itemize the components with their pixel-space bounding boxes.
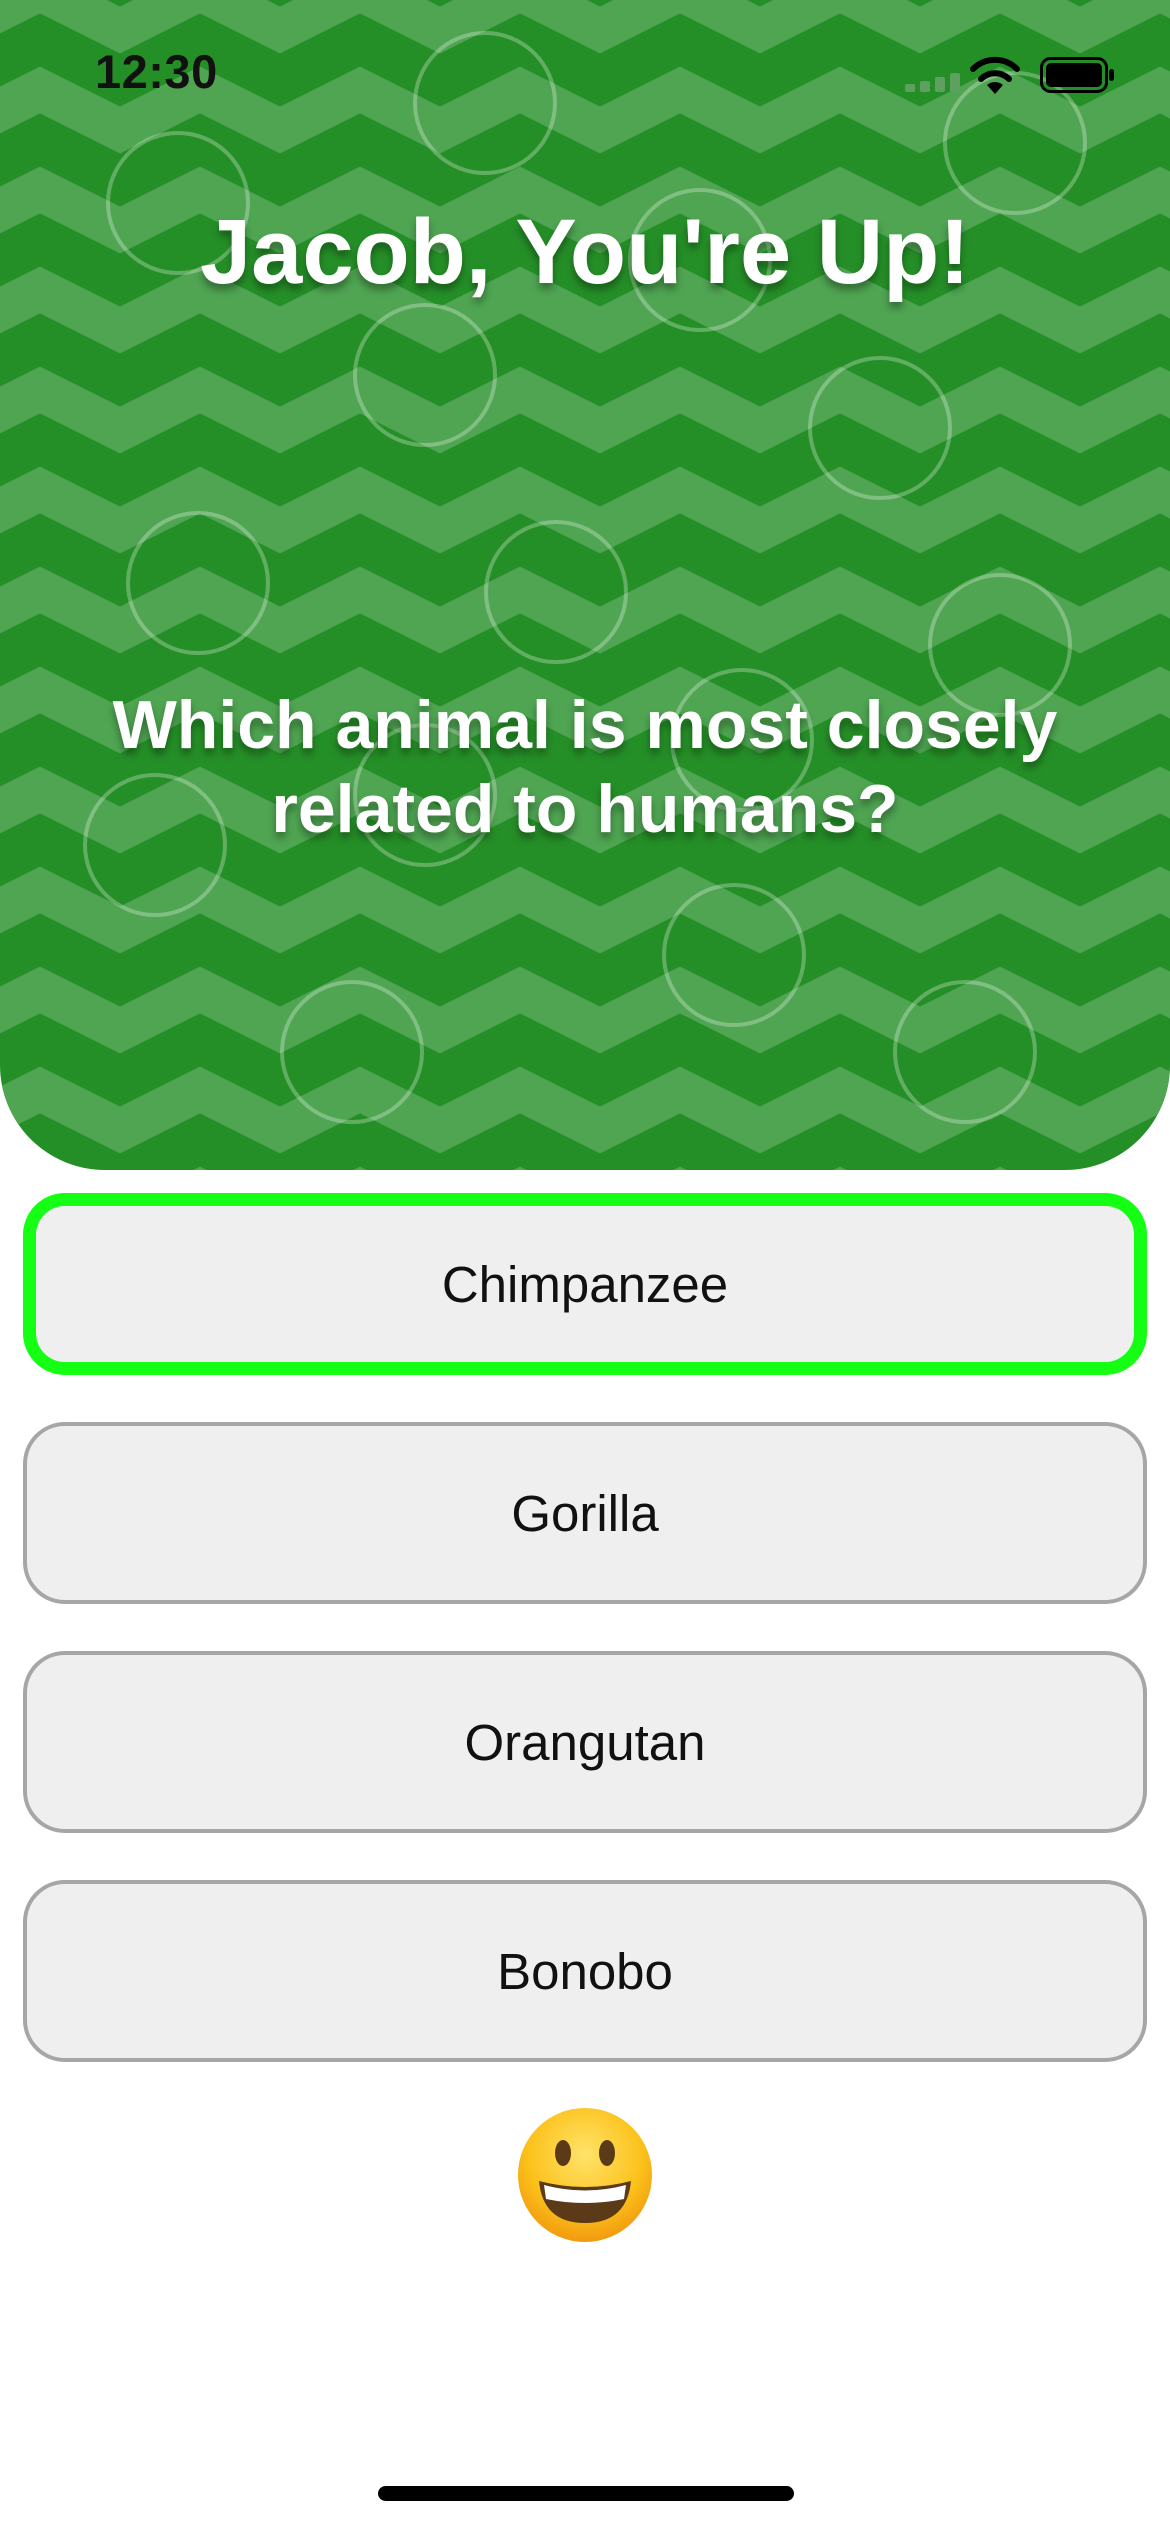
grinning-face-emoji-icon (518, 2108, 652, 2242)
cellular-signal-icon (905, 73, 960, 92)
home-indicator[interactable] (378, 2486, 794, 2501)
status-bar: 12:30 (0, 0, 1170, 150)
player-turn-title: Jacob, You're Up! (200, 201, 970, 303)
chevron-background-pattern (0, 0, 1170, 1170)
wifi-icon (970, 56, 1020, 94)
status-time: 12:30 (95, 45, 218, 98)
answer-button-orangutan[interactable]: Orangutan (23, 1651, 1147, 1833)
answer-button-chimpanzee[interactable]: Chimpanzee (23, 1193, 1147, 1375)
battery-icon (1040, 57, 1114, 93)
question-header: 12:30 Jacob, You're Up! Which animal is … (0, 0, 1170, 1170)
question-text: Which animal is most closely related to … (112, 687, 1058, 847)
answer-list: Chimpanzee Gorilla Orangutan Bonobo (23, 1193, 1147, 2109)
quiz-screen: 12:30 Jacob, You're Up! Which animal is … (0, 0, 1170, 2532)
answer-button-bonobo[interactable]: Bonobo (23, 1880, 1147, 2062)
answer-button-gorilla[interactable]: Gorilla (23, 1422, 1147, 1604)
